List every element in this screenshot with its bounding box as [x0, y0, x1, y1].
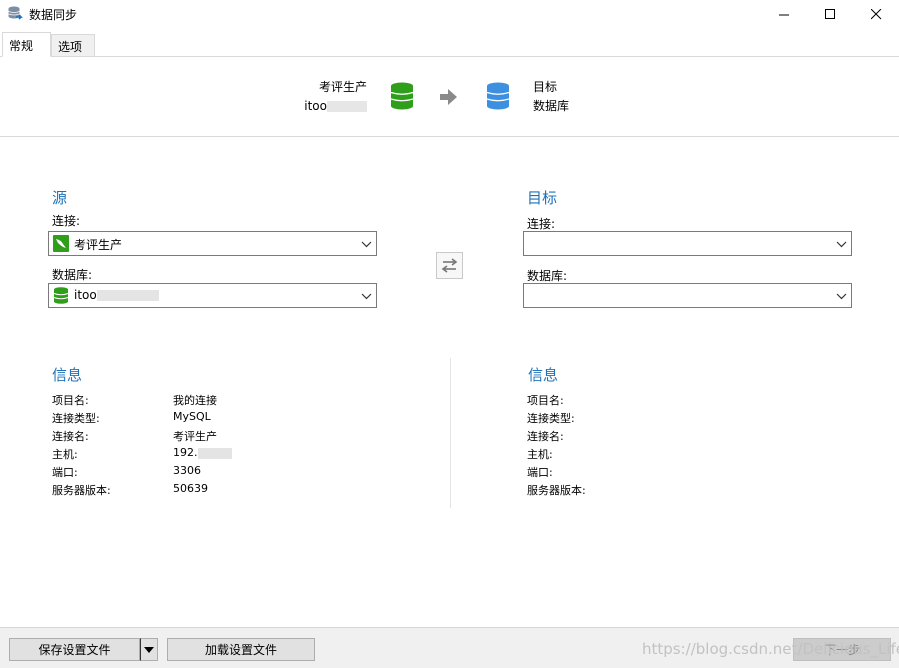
- source-info-key: 连接名:: [52, 430, 89, 443]
- target-database-icon: [486, 82, 510, 110]
- sync-direction-arrow-icon: [440, 89, 457, 105]
- summary-target-line2: 数据库: [533, 99, 570, 113]
- source-info-host-row: 192.: [173, 446, 232, 459]
- target-connection-label: 连接:: [527, 217, 556, 231]
- source-connection-value: 考评生产: [74, 238, 123, 252]
- chevron-down-icon: [361, 241, 372, 248]
- source-section-title: 源: [52, 189, 68, 207]
- save-settings-button[interactable]: 保存设置文件: [9, 638, 140, 661]
- source-info-value: 我的连接: [173, 394, 217, 407]
- target-info-key: 端口:: [527, 466, 553, 479]
- source-database-value-row: itoo: [74, 288, 159, 302]
- chevron-down-icon: [361, 293, 372, 300]
- window-title: 数据同步: [29, 8, 78, 22]
- chevron-down-icon: [836, 293, 847, 300]
- swap-source-target-button[interactable]: [436, 252, 463, 279]
- sync-summary-header: 考评生产 itoo 目标 数据库: [0, 57, 899, 137]
- watermark-text: https://blog.csdn.net/Delicious_Life: [642, 640, 899, 658]
- target-info-key: 项目名:: [527, 394, 564, 407]
- source-database-select[interactable]: itoo: [48, 283, 377, 308]
- save-settings-dropdown-button[interactable]: [140, 638, 158, 661]
- source-info-title: 信息: [52, 366, 83, 384]
- source-info-value: 50639: [173, 482, 208, 495]
- source-connection-label: 连接:: [52, 214, 81, 228]
- source-info-key: 项目名:: [52, 394, 89, 407]
- source-info-value: 3306: [173, 464, 201, 477]
- source-info-key: 服务器版本:: [52, 484, 111, 497]
- footer-bar: 保存设置文件 加载设置文件 下一步 https://blog.csdn.net/…: [0, 627, 899, 668]
- close-icon: [870, 8, 881, 19]
- target-info-key: 服务器版本:: [527, 484, 586, 497]
- target-info-title: 信息: [528, 366, 559, 384]
- redacted-blur: [96, 290, 159, 301]
- summary-source-database: itoo: [304, 99, 327, 113]
- source-info-value: MySQL: [173, 410, 211, 423]
- redacted-blur: [327, 101, 367, 112]
- caret-down-icon: [144, 646, 154, 653]
- target-info-key: 连接类型:: [527, 412, 575, 425]
- summary-target: 目标 数据库: [533, 78, 569, 116]
- target-section-title: 目标: [527, 189, 558, 207]
- source-info-key: 端口:: [52, 466, 78, 479]
- maximize-button[interactable]: [807, 0, 853, 28]
- summary-target-line1: 目标: [533, 80, 558, 94]
- redacted-blur: [197, 447, 232, 459]
- chevron-down-icon: [836, 241, 847, 248]
- source-info-value: 考评生产: [173, 430, 217, 443]
- tab-bar: 常规 选项: [0, 32, 899, 57]
- minimize-button[interactable]: [761, 0, 807, 28]
- source-connection-select[interactable]: 考评生产: [48, 231, 377, 256]
- minimize-icon: [778, 14, 789, 15]
- source-database-icon: [390, 82, 414, 110]
- close-button[interactable]: [853, 0, 899, 28]
- source-info-key: 连接类型:: [52, 412, 100, 425]
- target-connection-select[interactable]: [523, 231, 852, 256]
- tab-options[interactable]: 选项: [51, 34, 95, 57]
- tab-general[interactable]: 常规: [2, 32, 51, 57]
- info-divider: [450, 358, 451, 508]
- data-sync-app-icon: [8, 6, 23, 20]
- load-settings-button[interactable]: 加载设置文件: [167, 638, 315, 661]
- title-bar: 数据同步: [0, 0, 899, 28]
- summary-source-database-row: itoo: [304, 97, 367, 116]
- target-info-key: 主机:: [527, 448, 553, 461]
- database-icon: [53, 287, 69, 304]
- source-database-value: itoo: [74, 288, 97, 302]
- maximize-icon: [824, 8, 835, 19]
- source-info-value: 192.: [173, 446, 198, 459]
- swap-arrows-icon: [441, 258, 458, 273]
- target-info-key: 连接名:: [527, 430, 564, 443]
- mysql-connection-icon: [53, 235, 69, 252]
- summary-source: 考评生产 itoo: [304, 78, 367, 116]
- target-database-label: 数据库:: [527, 269, 568, 283]
- summary-source-connection: 考评生产: [318, 80, 367, 94]
- target-database-select[interactable]: [523, 283, 852, 308]
- source-info-key: 主机:: [52, 448, 78, 461]
- source-database-label: 数据库:: [52, 268, 93, 282]
